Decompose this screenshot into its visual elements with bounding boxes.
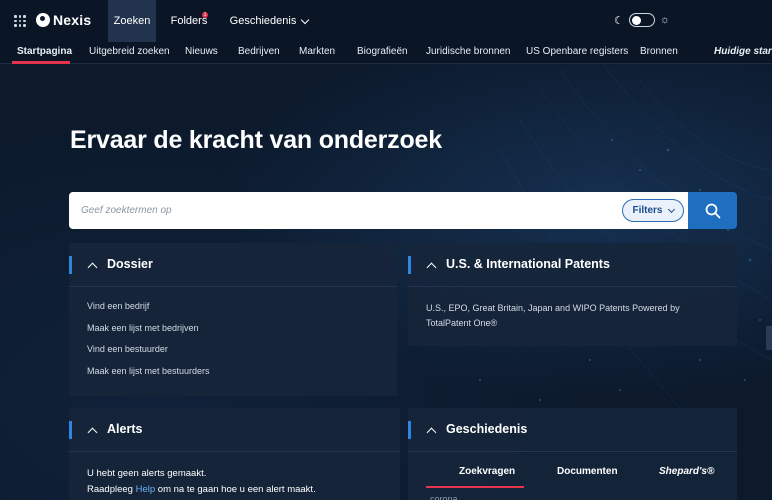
active-tab-underline [426,486,524,488]
nexis-logo-icon [36,13,50,27]
link-lijst-bestuurders[interactable]: Maak een lijst met bestuurders [87,366,379,388]
alerts-card-title: Alerts [107,422,143,436]
card-accent-bar [69,256,72,274]
brand-name: Nexis [53,12,92,28]
search-icon [705,203,720,218]
subnav-us-openbare-registers[interactable]: US Openbare registers [526,46,628,57]
alerts-card: Alerts U hebt geen alerts gemaakt. Raadp… [69,408,400,500]
patents-card-header[interactable]: U.S. & International Patents [408,243,737,287]
nav-geschiedenis-label: Geschiedenis [229,15,297,27]
history-item[interactable]: corona [430,494,458,500]
nexis-logo[interactable]: Nexis [36,12,91,28]
history-card: Geschiedenis Zoekvragen Documenten Shepa… [408,408,737,500]
link-vind-een-bedrijf[interactable]: Vind een bedrijf [87,301,379,323]
nav-folders[interactable]: Folders 1 [164,0,214,42]
tab-documenten[interactable]: Documenten [557,466,618,477]
search-button[interactable] [688,192,737,229]
subnav-nieuws[interactable]: Nieuws [185,46,218,57]
link-lijst-bedrijven[interactable]: Maak een lijst met bedrijven [87,323,379,345]
folders-count-badge: 1 [202,12,208,18]
alerts-message: U hebt geen alerts gemaakt. Raadpleeg He… [87,466,382,498]
filters-label: Filters [632,205,663,216]
history-tabs: Zoekvragen Documenten Shepard's® [426,460,719,488]
chevron-up-icon [87,427,98,438]
subnav-uitgebreid-zoeken[interactable]: Uitgebreid zoeken [89,46,170,57]
history-card-header[interactable]: Geschiedenis [408,408,737,452]
chevron-down-icon [667,205,675,213]
nav-zoeken-label: Zoeken [113,15,151,27]
dossier-card: Dossier Vind een bedrijf Maak een lijst … [69,243,397,396]
subnav-juridische-bronnen[interactable]: Juridische bronnen [426,46,511,57]
alerts-help-link[interactable]: Help [136,484,156,495]
tab-shepards[interactable]: Shepard's® [659,466,714,477]
link-vind-een-bestuurder[interactable]: Vind een bestuurder [87,344,379,366]
nav-zoeken[interactable]: Zoeken [108,0,156,42]
active-tab-underline [12,61,70,64]
alerts-help-post: om na te gaan hoe u een alert maakt. [155,484,316,495]
subnav-huidige-startpagina[interactable]: Huidige startpa [714,46,772,57]
alerts-card-header[interactable]: Alerts [69,408,400,452]
alerts-help-pre: Raadpleeg [87,484,136,495]
chevron-up-icon [87,262,98,273]
page-title: Ervaar de kracht van onderzoek [70,126,442,154]
patents-card: U.S. & International Patents U.S., EPO, … [408,243,737,346]
app-grid-icon[interactable] [14,15,26,27]
subnav-startpagina[interactable]: Startpagina [17,46,72,57]
feedback-tab[interactable] [766,326,772,350]
chevron-up-icon [426,262,437,273]
search-bar: Filters [69,192,737,229]
sun-icon: ☼ [659,14,670,26]
theme-switcher: ☾ ☼ [614,13,670,27]
tab-zoekvragen[interactable]: Zoekvragen [459,466,515,477]
theme-toggle[interactable] [628,13,655,27]
chevron-up-icon [426,427,437,438]
top-bar: Nexis Zoeken Folders 1 Geschiedenis ☾ ☼ [0,0,772,42]
secondary-nav: Startpagina Uitgebreid zoeken Nieuws Bed… [0,42,772,64]
card-accent-bar [408,256,411,274]
filters-button[interactable]: Filters [622,199,684,222]
history-card-title: Geschiedenis [446,422,528,436]
card-accent-bar [408,421,411,439]
dossier-card-title: Dossier [107,257,153,271]
card-accent-bar [69,421,72,439]
nav-geschiedenis[interactable]: Geschiedenis [226,0,312,42]
search-input[interactable] [69,192,688,229]
subnav-biografieen[interactable]: Biografieën [357,46,408,57]
alerts-empty-text: U hebt geen alerts gemaakt. [87,468,207,479]
patents-description: U.S., EPO, Great Britain, Japan and WIPO… [426,303,680,328]
subnav-bedrijven[interactable]: Bedrijven [238,46,280,57]
alerts-help-text: Raadpleeg Help om na te gaan hoe u een a… [87,482,382,498]
chevron-down-icon [301,15,310,24]
moon-icon: ☾ [614,14,624,27]
dossier-card-header[interactable]: Dossier [69,243,397,287]
subnav-markten[interactable]: Markten [299,46,335,57]
dossier-link-list: Vind een bedrijf Maak een lijst met bedr… [87,301,379,387]
subnav-bronnen[interactable]: Bronnen [640,46,678,57]
patents-card-title: U.S. & International Patents [446,257,610,271]
